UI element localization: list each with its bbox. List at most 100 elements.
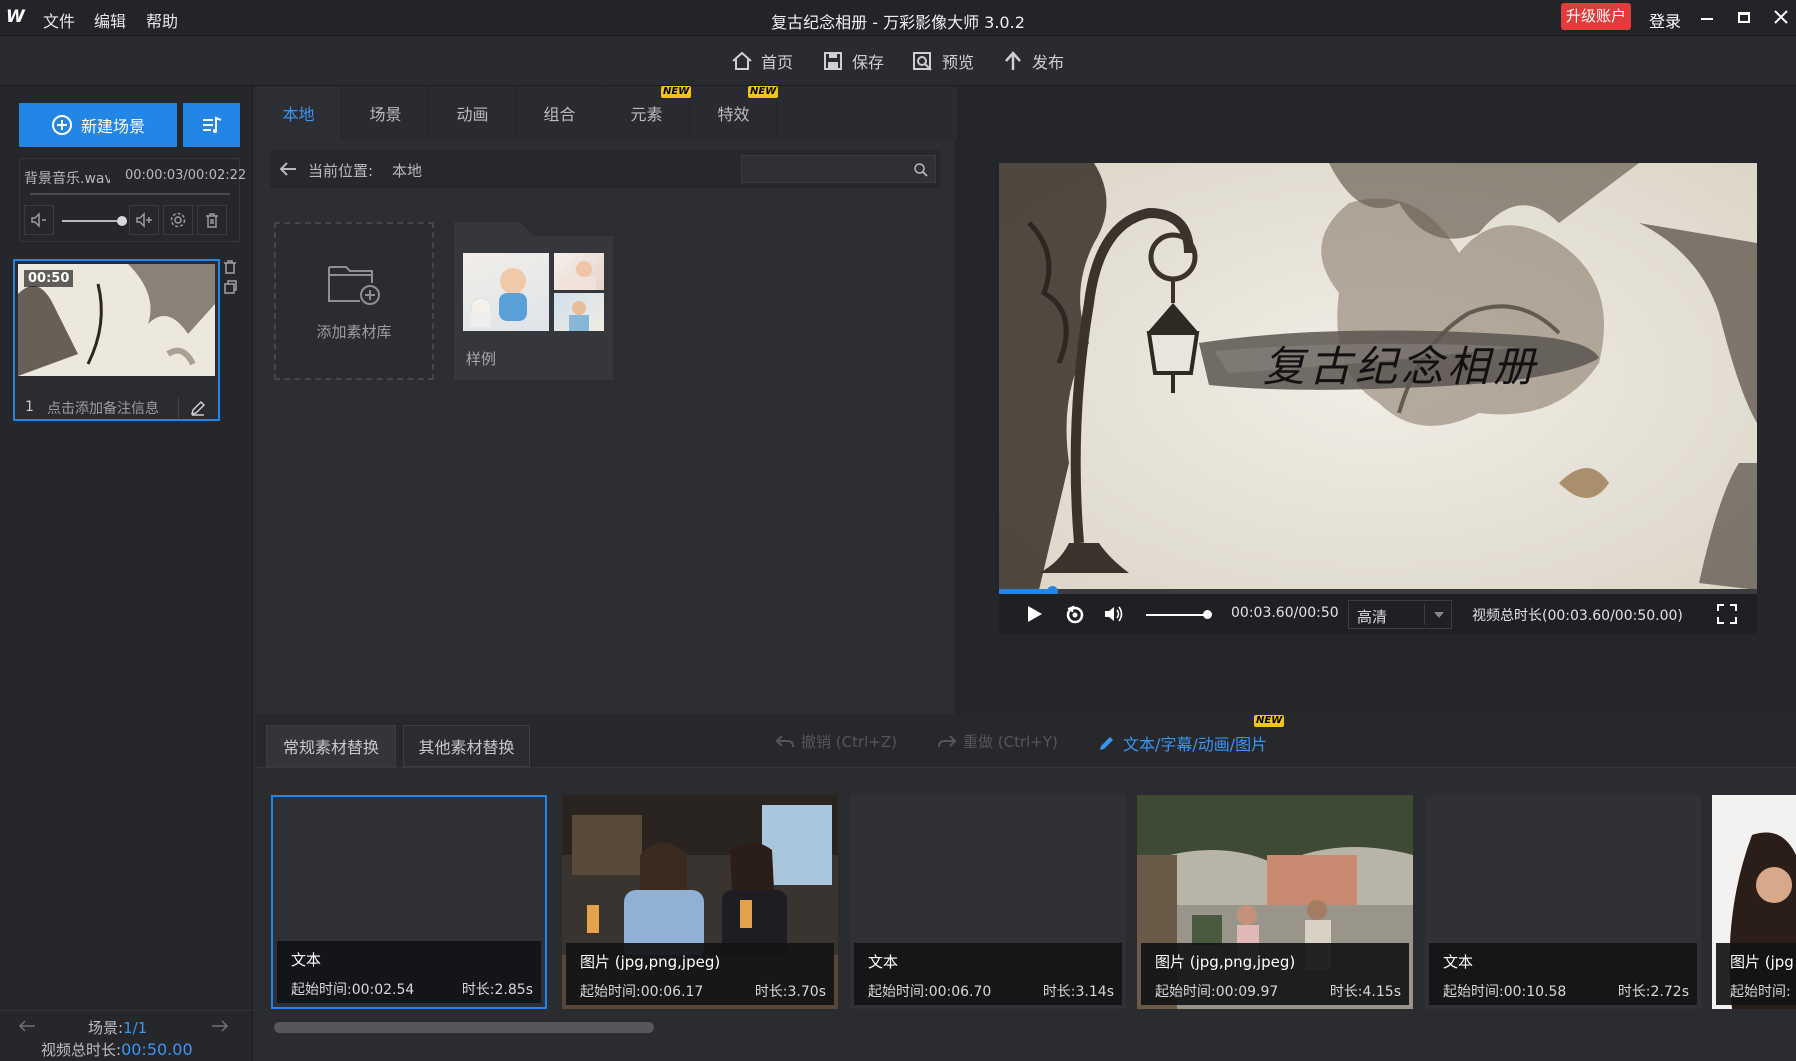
quality-select-divider (1424, 604, 1425, 625)
play-icon[interactable] (1024, 604, 1044, 624)
tab-group[interactable]: 组合 (517, 86, 603, 140)
volume-down-button[interactable] (24, 205, 54, 235)
tab-animation-label: 动画 (456, 105, 489, 124)
add-library-label: 添加素材库 (316, 322, 392, 341)
app-logo: W (6, 7, 25, 27)
publish-label: 发布 (1032, 53, 1065, 72)
volume-level-slider[interactable] (1146, 610, 1212, 619)
total-duration-value: 00:50.00 (121, 1040, 193, 1059)
baby-photo-3-art (569, 301, 589, 331)
volume-level-handle[interactable] (1203, 610, 1212, 619)
edit-media-button[interactable]: 文本/字幕/动画/图片 (1098, 731, 1267, 755)
volume-slider[interactable] (62, 216, 127, 226)
tab-scene[interactable]: 场景 (343, 86, 429, 140)
baby-photo-2-art (562, 261, 596, 290)
timeline-item-duration: 时长:3.14s (1042, 984, 1114, 1000)
new-badge-effects: NEW (748, 86, 779, 98)
timeline-item[interactable]: 图片 (jpg 起始时间: (1712, 795, 1796, 1009)
baby-photo-art (470, 268, 527, 327)
undo-button[interactable]: 撤销 (Ctrl+Z) (775, 731, 897, 752)
home-button[interactable]: 首页 (731, 48, 793, 74)
redo-label: 重做 (Ctrl+Y) (963, 733, 1058, 751)
sample-photo-2 (554, 253, 604, 290)
back-arrow-icon[interactable] (278, 160, 298, 178)
music-list-icon (202, 116, 221, 133)
timeline-item[interactable]: 文本 起始时间:00:06.70 时长:3.14s (850, 795, 1126, 1009)
close-button[interactable] (1770, 5, 1792, 29)
preview-icon (913, 52, 932, 71)
volume-up-button[interactable] (129, 205, 159, 235)
redo-button[interactable]: 重做 (Ctrl+Y) (937, 731, 1058, 752)
new-scene-button[interactable]: 新建场景 (19, 103, 177, 147)
menu-edit[interactable]: 编辑 (94, 8, 126, 32)
volume-up-icon (136, 212, 152, 228)
menu-file[interactable]: 文件 (43, 8, 75, 32)
scene-delete-icon[interactable] (222, 259, 238, 275)
fullscreen-icon[interactable] (1717, 604, 1737, 624)
timeline-item-start: 起始时间:00:06.70 (868, 984, 992, 1000)
menu-help[interactable]: 帮助 (146, 8, 178, 32)
tab-local[interactable]: 本地 (256, 86, 342, 140)
total-duration: 视频总时长:00:50.00 (41, 1039, 193, 1060)
timeline-item-type: 图片 (jpg,png,jpeg) (580, 953, 721, 971)
sample-photo-3 (554, 293, 604, 331)
preview-title-text: 复古纪念相册 (1262, 342, 1539, 391)
gear-icon (170, 212, 186, 228)
tab-other-replace[interactable]: 其他素材替换 (403, 725, 530, 767)
tab-regular-replace[interactable]: 常规素材替换 (266, 725, 396, 767)
timeline-item-info: 图片 (jpg,png,jpeg) 起始时间:00:06.17 时长:3.70s (566, 943, 834, 1005)
main-toolbar (0, 36, 1796, 86)
next-scene-icon[interactable] (210, 1018, 230, 1034)
title-bar: W 文件 编辑 帮助 复古纪念相册 - 万彩影像大师 3.0.2 升级账户 登录 (0, 0, 1796, 36)
login-button[interactable]: 登录 (1649, 8, 1681, 32)
trash-icon (206, 213, 218, 228)
tab-scene-label: 场景 (369, 105, 402, 124)
scene-thumbnail-card[interactable]: 00:50 1 点击添加备注信息 (13, 259, 220, 421)
timeline-item[interactable]: 文本 起始时间:00:10.58 时长:2.72s (1425, 795, 1701, 1009)
timeline-item[interactable]: 图片 (jpg,png,jpeg) 起始时间:00:09.97 时长:4.15s (1137, 795, 1413, 1009)
sample-folder[interactable]: 样例 (454, 236, 613, 380)
minimize-button[interactable] (1697, 8, 1717, 28)
upgrade-account-button[interactable]: 升级账户 (1561, 3, 1631, 30)
volume-icon[interactable] (1103, 604, 1125, 624)
tab-regular-replace-label: 常规素材替换 (282, 738, 379, 757)
timeline-scrollbar-thumb[interactable] (274, 1022, 654, 1033)
video-total-duration: 视频总时长(00:03.60/00:50.00) (1472, 608, 1683, 624)
timeline-item-start: 起始时间:00:06.17 (580, 984, 704, 1000)
save-button[interactable]: 保存 (822, 48, 884, 74)
preview-button[interactable]: 预览 (912, 48, 974, 74)
timeline-item[interactable]: 图片 (jpg,png,jpeg) 起始时间:00:06.17 时长:3.70s (562, 795, 838, 1009)
volume-slider-handle[interactable] (117, 216, 127, 226)
tab-animation[interactable]: 动画 (430, 86, 516, 140)
quality-select[interactable]: 高清 (1348, 600, 1452, 629)
library-search-input[interactable] (741, 155, 936, 183)
timeline-item[interactable]: 文本 起始时间:00:02.54 时长:2.85s (271, 795, 547, 1009)
app-window: W 文件 编辑 帮助 复古纪念相册 - 万彩影像大师 3.0.2 升级账户 登录… (0, 0, 1796, 1061)
timeline-item-duration: 时长:3.70s (754, 984, 826, 1000)
prev-scene-icon[interactable] (17, 1018, 37, 1034)
timeline-item-info: 文本 起始时间:00:02.54 时长:2.85s (277, 941, 541, 1003)
home-icon (732, 51, 752, 70)
timeline-item-duration: 时长:4.15s (1329, 984, 1401, 1000)
music-delete-button[interactable] (197, 205, 227, 235)
publish-icon (1005, 51, 1021, 70)
maximize-icon (1738, 12, 1750, 23)
search-icon[interactable] (913, 162, 929, 178)
edit-note-icon[interactable] (189, 399, 207, 417)
music-list-button[interactable] (183, 103, 240, 147)
path-label: 当前位置: (308, 162, 374, 180)
maximize-button[interactable] (1734, 8, 1754, 28)
publish-button[interactable]: 发布 (1002, 48, 1064, 74)
timeline-item-info: 图片 (jpg 起始时间: (1716, 943, 1796, 1005)
scene-note-placeholder[interactable]: 点击添加备注信息 (47, 398, 179, 418)
tab-group-label: 组合 (543, 105, 576, 124)
music-progress-track[interactable] (30, 193, 230, 195)
timeline-scrollbar[interactable] (270, 1021, 1790, 1033)
replay-icon[interactable] (1064, 603, 1086, 625)
music-settings-button[interactable] (163, 205, 193, 235)
save-icon (824, 52, 842, 70)
total-duration-label: 视频总时长: (41, 1041, 122, 1059)
timeline-item-start: 起始时间:00:09.97 (1155, 984, 1279, 1000)
add-library-button[interactable]: 添加素材库 (274, 222, 434, 380)
scene-copy-icon[interactable] (222, 279, 238, 295)
